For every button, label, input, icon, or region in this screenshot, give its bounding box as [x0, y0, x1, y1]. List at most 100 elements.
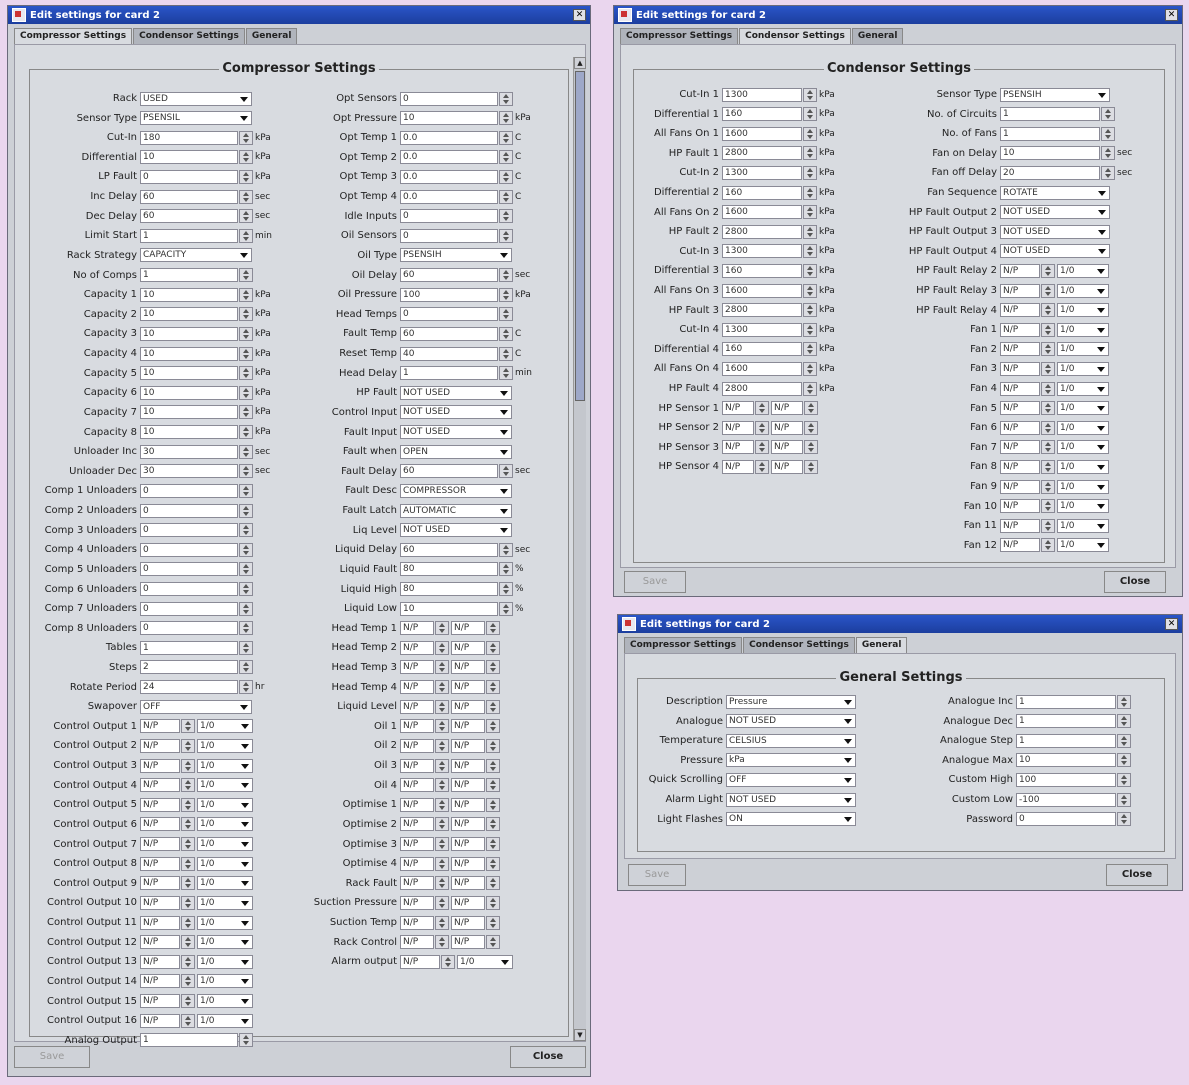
vertical-scrollbar[interactable]: ▲ ▼	[573, 57, 586, 1041]
differential-input[interactable]: 10	[140, 150, 238, 165]
close-button[interactable]: Close	[510, 1046, 586, 1068]
analogue-inc-spinner-icon[interactable]	[1117, 694, 1131, 709]
opt-sensors-input[interactable]: 0	[400, 91, 498, 106]
fan-3-select[interactable]: 1/0	[1057, 361, 1109, 376]
control-output-10-input[interactable]: N/P	[140, 895, 180, 910]
cut-in-1-spinner-icon[interactable]	[803, 87, 817, 102]
capacity-5-input[interactable]: 10	[140, 366, 238, 381]
optimise-3-spinner-2-icon[interactable]	[486, 837, 500, 852]
control-output-13-spinner-icon[interactable]	[181, 954, 195, 969]
control-output-11-select[interactable]: 1/0	[197, 915, 253, 930]
hp-sensor-1-spinner-1-icon[interactable]	[755, 401, 769, 416]
tab-general[interactable]: General	[855, 637, 908, 653]
analog-output-input[interactable]: 1	[140, 1033, 238, 1048]
control-output-6-select[interactable]: 1/0	[197, 817, 253, 832]
oil-1-input-1[interactable]: N/P	[400, 719, 434, 734]
hp-sensor-4-input-1[interactable]: N/P	[722, 459, 754, 474]
control-output-3-input[interactable]: N/P	[140, 758, 180, 773]
optimise-4-input-2[interactable]: N/P	[451, 856, 485, 871]
control-output-14-select[interactable]: 1/0	[197, 974, 253, 989]
hp-fault-output-4-select[interactable]: NOT USED	[1000, 244, 1110, 259]
hp-sensor-4-input-2[interactable]: N/P	[771, 459, 803, 474]
close-button[interactable]: Close	[1104, 571, 1166, 593]
hp-sensor-2-spinner-2-icon[interactable]	[804, 420, 818, 435]
fan-11-spinner-icon[interactable]	[1041, 518, 1055, 533]
liquid-level-input-1[interactable]: N/P	[400, 699, 434, 714]
capacity-1-spinner-icon[interactable]	[239, 287, 253, 302]
capacity-1-input[interactable]: 10	[140, 287, 238, 302]
control-output-5-input[interactable]: N/P	[140, 797, 180, 812]
optimise-3-spinner-1-icon[interactable]	[435, 837, 449, 852]
capacity-5-spinner-icon[interactable]	[239, 366, 253, 381]
temperature-select[interactable]: CELSIUS	[726, 733, 856, 748]
pressure-select[interactable]: kPa	[726, 753, 856, 768]
head-temp-2-spinner-1-icon[interactable]	[435, 640, 449, 655]
fan-on-delay-input[interactable]: 10	[1000, 146, 1100, 161]
rotate-period-input[interactable]: 24	[140, 680, 238, 695]
tab-compressor-settings[interactable]: Compressor Settings	[14, 28, 133, 44]
fan-1-select[interactable]: 1/0	[1057, 322, 1109, 337]
rack-fault-input-1[interactable]: N/P	[400, 876, 434, 891]
differential-4-input[interactable]: 160	[722, 342, 802, 357]
custom-high-input[interactable]: 100	[1016, 772, 1116, 787]
oil-3-spinner-2-icon[interactable]	[486, 758, 500, 773]
head-temp-1-input-1[interactable]: N/P	[400, 621, 434, 636]
differential-spinner-icon[interactable]	[239, 150, 253, 165]
opt-temp-1-input[interactable]: 0.0	[400, 130, 498, 145]
comp-6-unloaders-input[interactable]: 0	[140, 582, 238, 596]
optimise-2-spinner-1-icon[interactable]	[435, 817, 449, 832]
head-temp-4-input-1[interactable]: N/P	[400, 680, 434, 695]
password-spinner-icon[interactable]	[1117, 812, 1131, 827]
suction-temp-input-1[interactable]: N/P	[400, 915, 434, 930]
fan-5-input[interactable]: N/P	[1000, 401, 1040, 416]
head-delay-input[interactable]: 1	[400, 366, 498, 381]
oil-2-input-1[interactable]: N/P	[400, 738, 434, 753]
oil-2-spinner-1-icon[interactable]	[435, 738, 449, 753]
scroll-up-icon[interactable]: ▲	[574, 57, 586, 69]
head-temp-1-input-2[interactable]: N/P	[451, 621, 485, 636]
control-output-5-select[interactable]: 1/0	[197, 797, 253, 812]
all-fans-on-1-input[interactable]: 1600	[722, 126, 802, 141]
oil-delay-input[interactable]: 60	[400, 268, 498, 283]
opt-temp-1-spinner-icon[interactable]	[499, 130, 513, 145]
head-temp-2-spinner-2-icon[interactable]	[486, 640, 500, 655]
no-of-comps-spinner-icon[interactable]	[239, 268, 253, 283]
rack-control-spinner-1-icon[interactable]	[435, 935, 449, 950]
fan-2-input[interactable]: N/P	[1000, 342, 1040, 357]
oil-delay-spinner-icon[interactable]	[499, 268, 513, 283]
unloader-dec-spinner-icon[interactable]	[239, 464, 253, 479]
head-temp-1-spinner-1-icon[interactable]	[435, 621, 449, 636]
analogue-inc-input[interactable]: 1	[1016, 694, 1116, 709]
comp-1-unloaders-spinner-icon[interactable]	[239, 483, 253, 498]
analogue-step-input[interactable]: 1	[1016, 733, 1116, 748]
fault-delay-spinner-icon[interactable]	[499, 464, 513, 479]
liquid-fault-spinner-icon[interactable]	[499, 562, 513, 577]
fan-4-input[interactable]: N/P	[1000, 381, 1040, 396]
hp-fault-2-input[interactable]: 2800	[722, 224, 802, 239]
oil-1-spinner-1-icon[interactable]	[435, 719, 449, 734]
hp-fault-relay-4-select[interactable]: 1/0	[1057, 303, 1109, 318]
hp-fault-2-spinner-icon[interactable]	[803, 224, 817, 239]
comp-5-unloaders-spinner-icon[interactable]	[239, 562, 253, 577]
comp-4-unloaders-spinner-icon[interactable]	[239, 542, 253, 557]
fan-4-select[interactable]: 1/0	[1057, 381, 1109, 396]
comp-3-unloaders-input[interactable]: 0	[140, 523, 238, 538]
hp-fault-output-3-select[interactable]: NOT USED	[1000, 224, 1110, 239]
close-icon[interactable]: ✕	[573, 9, 586, 21]
rack-fault-input-2[interactable]: N/P	[451, 876, 485, 891]
lp-fault-input[interactable]: 0	[140, 169, 238, 184]
capacity-2-input[interactable]: 10	[140, 307, 238, 322]
limit-start-input[interactable]: 1	[140, 228, 238, 243]
head-temp-4-spinner-2-icon[interactable]	[486, 680, 500, 695]
oil-pressure-input[interactable]: 100	[400, 287, 498, 302]
comp-3-unloaders-spinner-icon[interactable]	[239, 523, 253, 538]
tab-condensor-settings[interactable]: Condensor Settings	[739, 28, 851, 44]
fault-delay-input[interactable]: 60	[400, 464, 498, 479]
fan-2-select[interactable]: 1/0	[1057, 342, 1109, 357]
swapover-select[interactable]: OFF	[140, 699, 252, 714]
rack-fault-spinner-2-icon[interactable]	[486, 876, 500, 891]
fan-11-select[interactable]: 1/0	[1057, 518, 1109, 533]
analogue-step-spinner-icon[interactable]	[1117, 733, 1131, 748]
alarm-output-input[interactable]: N/P	[400, 954, 440, 969]
light-flashes-select[interactable]: ON	[726, 812, 856, 827]
